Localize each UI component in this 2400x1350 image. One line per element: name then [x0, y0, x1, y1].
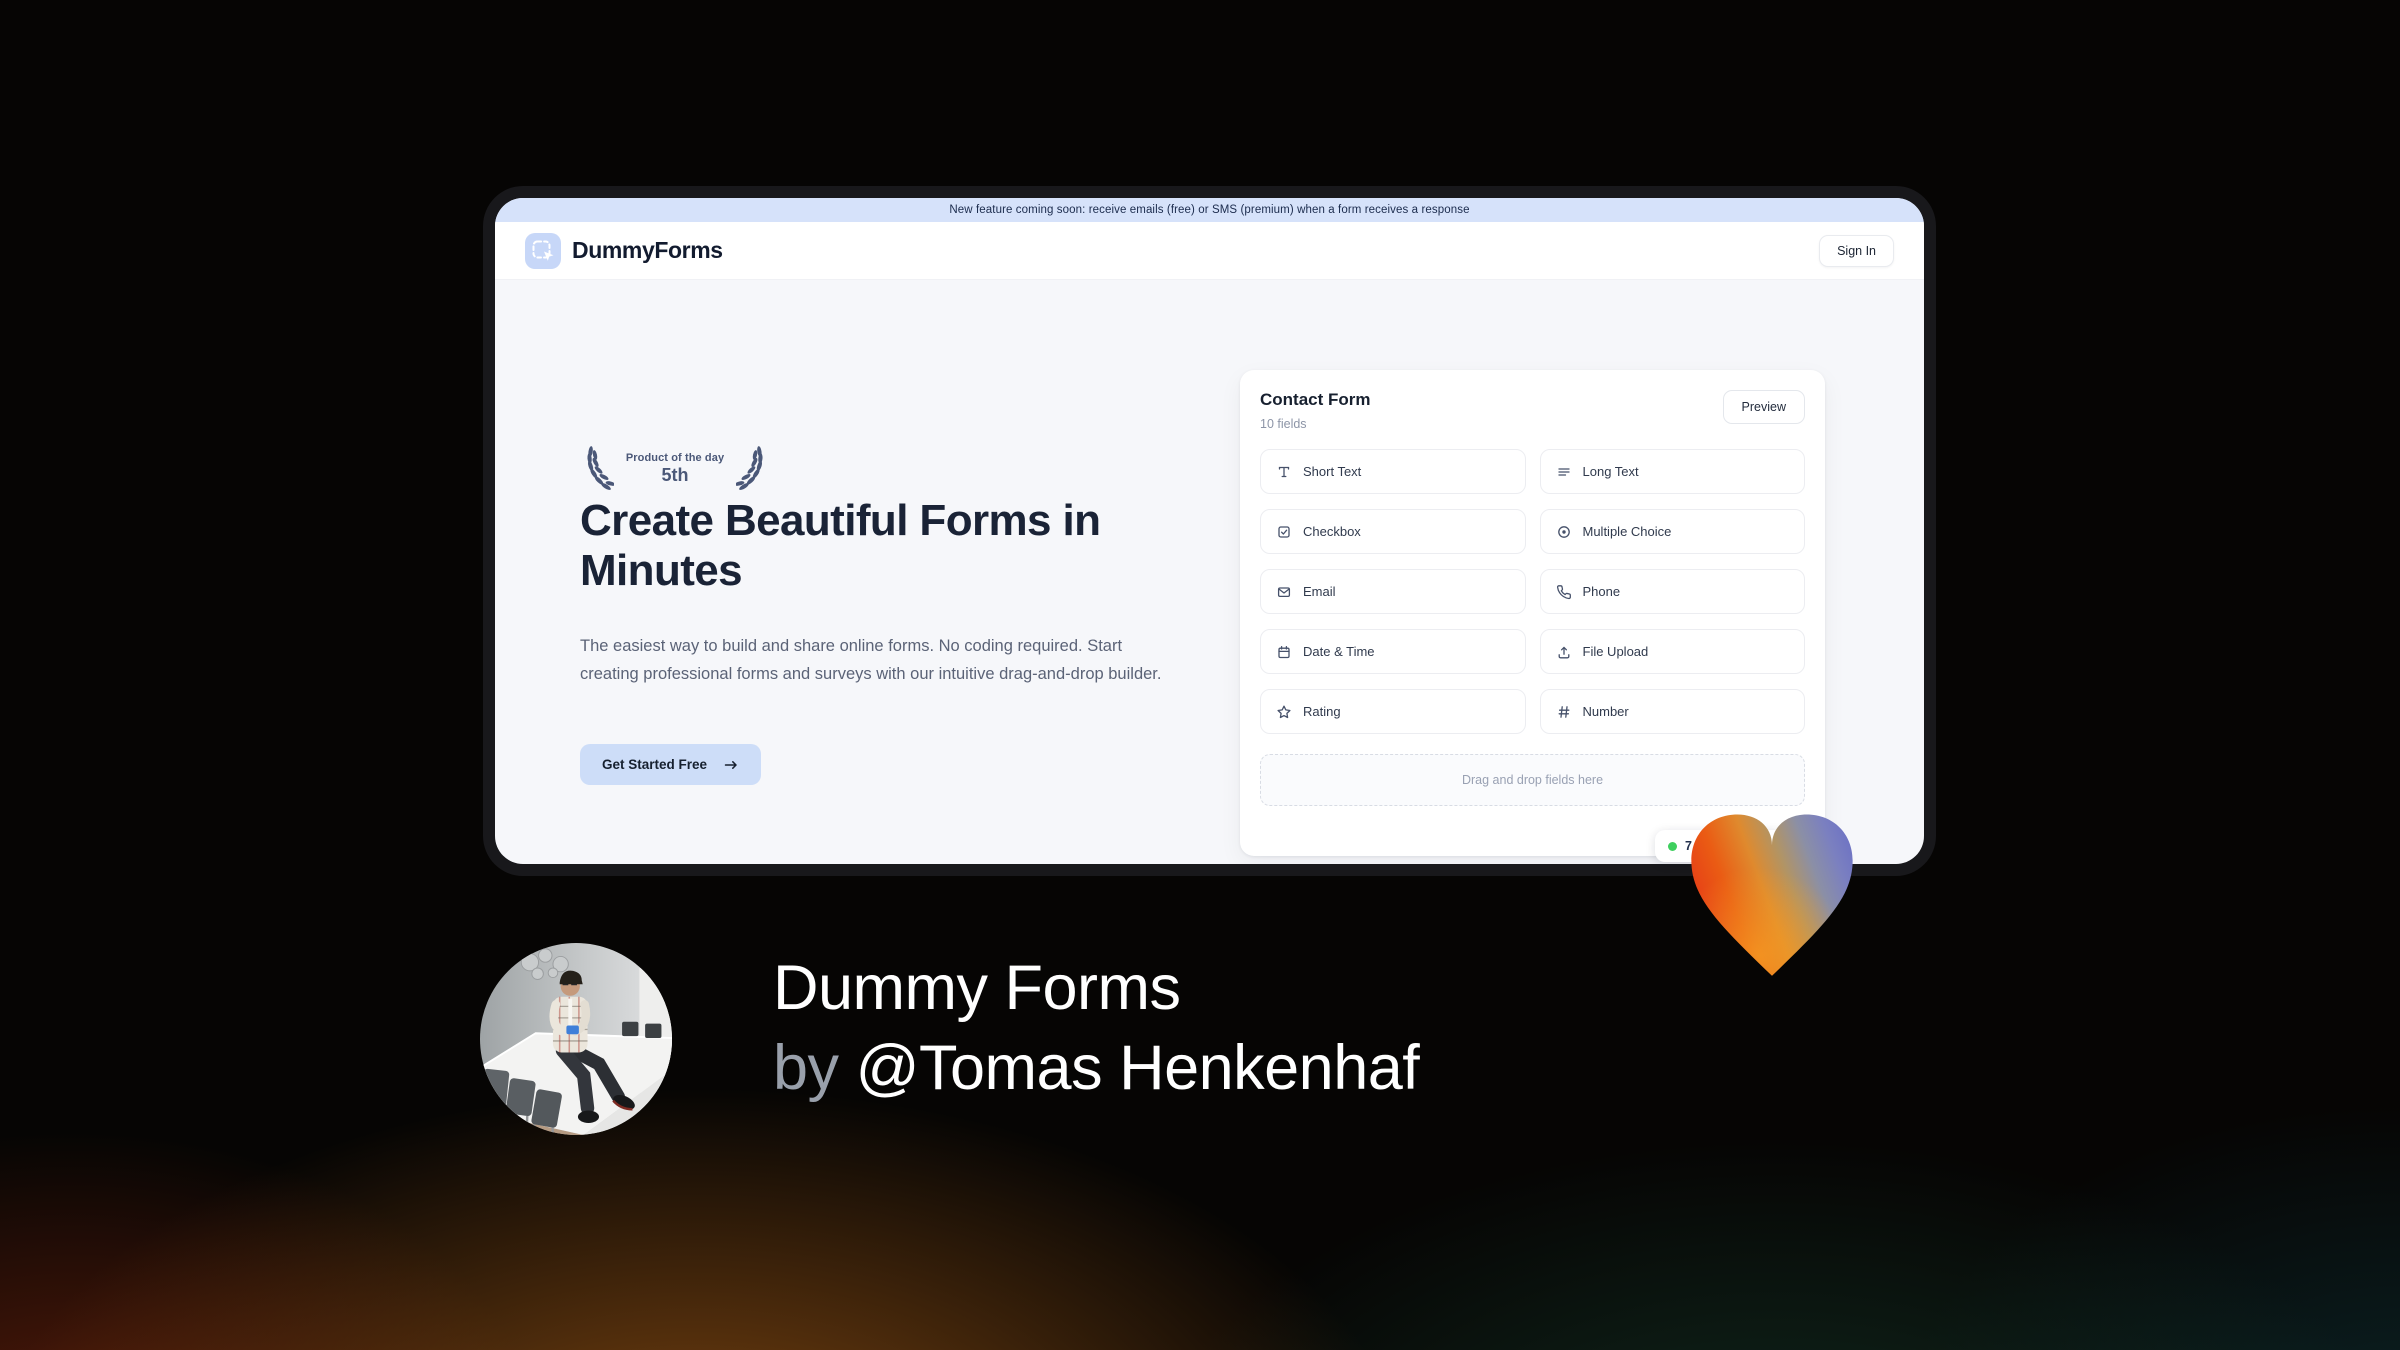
field-checkbox[interactable]: Checkbox [1260, 509, 1526, 554]
form-builder-card: Contact Form 10 fields Preview Short Tex… [1240, 370, 1825, 856]
laurel-right-icon [736, 446, 763, 490]
dummyforms-logo-icon [525, 232, 561, 269]
byline-prefix: by [773, 1033, 839, 1103]
byline: Dummy Forms by @Tomas Henkenhaf [773, 948, 1420, 1108]
drag-drop-text: Drag and drop fields here [1461, 773, 1604, 787]
app-header: DummyForms Sign In [495, 222, 1924, 280]
calendar-icon [1278, 645, 1290, 658]
short-text-icon [1278, 466, 1290, 477]
browser-window: New feature coming soon: receive emails … [483, 186, 1936, 876]
star-icon [1277, 705, 1291, 718]
byline-title: Dummy Forms [773, 953, 1181, 1023]
laurel-left-icon [587, 446, 614, 490]
field-multiple-choice[interactable]: Multiple Choice [1539, 509, 1805, 554]
multiple-choice-icon [1557, 525, 1570, 538]
field-phone[interactable]: Phone [1539, 569, 1805, 614]
email-icon [1277, 586, 1291, 597]
dummyforms-app: New feature coming soon: receive emails … [495, 198, 1924, 864]
byline-row: by @Tomas Henkenhaf [773, 1028, 1420, 1108]
field-rating[interactable]: Rating [1260, 689, 1526, 734]
award-text: Product of the day 5th [619, 452, 731, 486]
announcement-text: New feature coming soon: receive emails … [949, 204, 1470, 216]
field-number[interactable]: Number [1539, 689, 1805, 734]
checkbox-icon [1278, 525, 1290, 538]
sign-in-button[interactable]: Sign In [1819, 234, 1894, 267]
phone-icon [1556, 584, 1571, 599]
field-palette: Short Text Long Text Checkbox Multiple C… [1260, 449, 1805, 734]
field-count: 10 fields [1260, 417, 1307, 431]
field-short-text[interactable]: Short Text [1260, 449, 1526, 494]
brand[interactable]: DummyForms [525, 232, 723, 269]
brand-name: DummyForms [572, 237, 723, 263]
field-email[interactable]: Email [1260, 569, 1526, 614]
hero-description: The easiest way to build and share onlin… [580, 637, 1162, 683]
award-line2: 5th [661, 465, 689, 485]
heart-icon [1691, 814, 1853, 976]
field-long-text[interactable]: Long Text [1539, 449, 1805, 494]
upload-icon [1558, 646, 1569, 658]
announcement-banner: New feature coming soon: receive emails … [495, 198, 1924, 222]
byline-handle: @Tomas Henkenhaf [855, 1033, 1420, 1103]
form-title: Contact Form [1260, 390, 1371, 409]
preview-button[interactable]: Preview [1722, 390, 1805, 424]
card-header: Contact Form 10 fields Preview [1260, 390, 1805, 431]
get-started-button[interactable]: Get Started Free [580, 744, 762, 785]
hash-icon [1558, 705, 1569, 718]
long-text-icon [1557, 467, 1570, 476]
page-title: Create Beautiful Forms in Minutes [580, 496, 1101, 595]
award-line1: Product of the day [625, 452, 725, 464]
get-started-label: Get Started Free [602, 757, 708, 772]
arrow-right-icon [724, 760, 737, 769]
author-avatar [480, 943, 672, 1135]
main-content: Product of the day 5th Create Beautiful … [495, 280, 1924, 864]
product-of-the-day-badge: Product of the day 5th [580, 446, 770, 492]
drag-drop-zone[interactable]: Drag and drop fields here [1260, 754, 1805, 806]
field-date-time[interactable]: Date & Time [1260, 629, 1526, 674]
field-file-upload[interactable]: File Upload [1539, 629, 1805, 674]
